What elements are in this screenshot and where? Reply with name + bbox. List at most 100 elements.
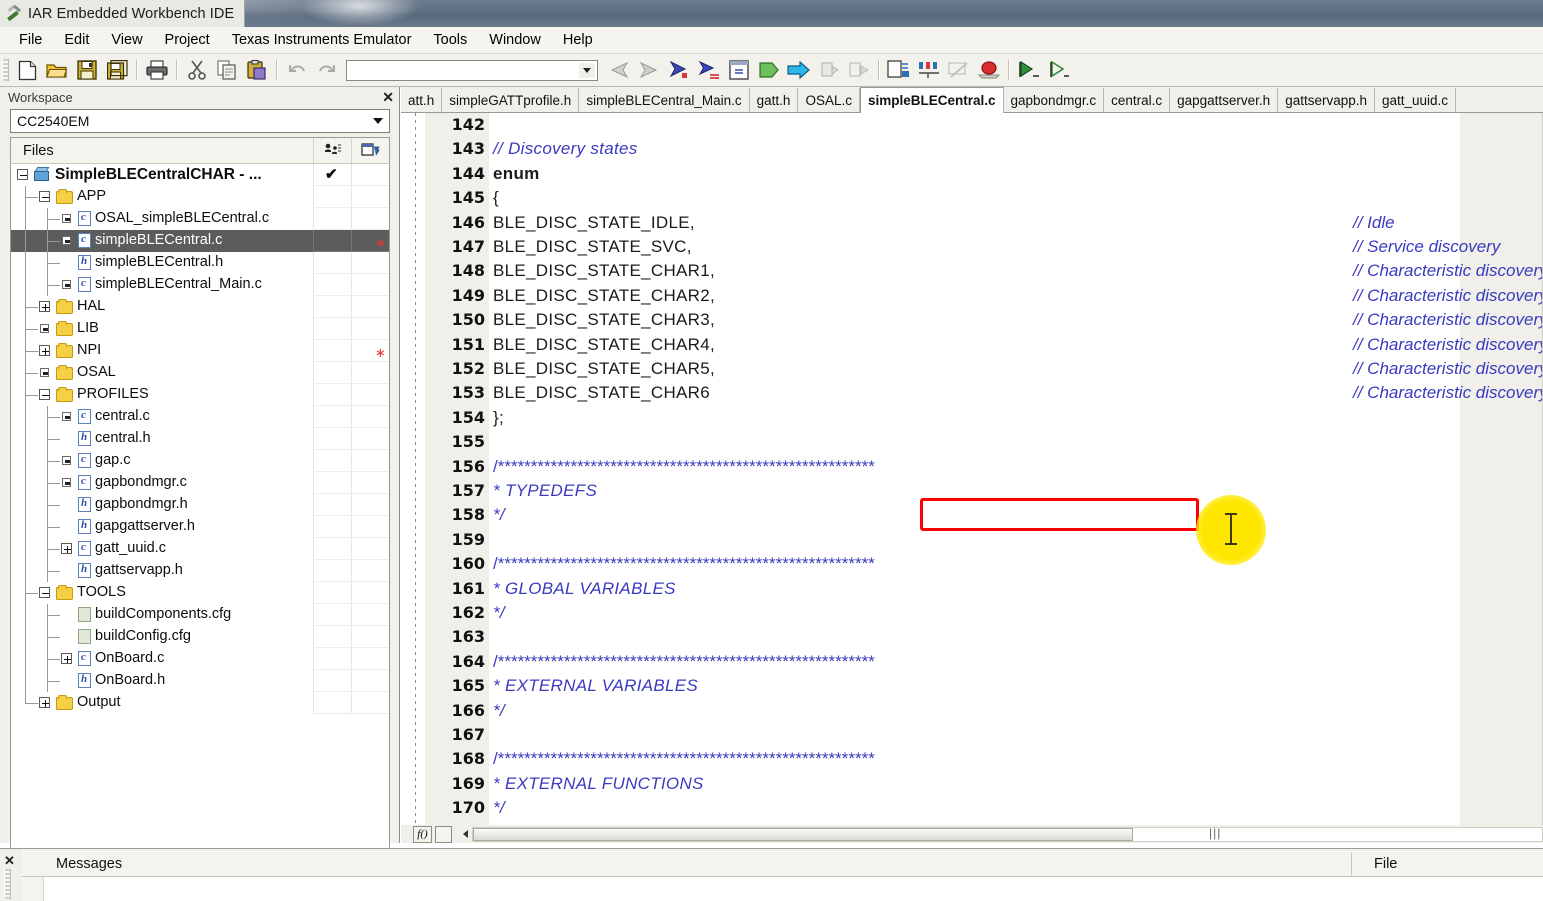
tree-item-npi[interactable]: NPI∗ xyxy=(11,340,389,362)
tree-item-hal[interactable]: HAL xyxy=(11,296,389,318)
paste-icon[interactable] xyxy=(243,57,271,83)
new-file-icon[interactable] xyxy=(13,57,41,83)
tree-item-onboard-h[interactable]: OnBoard.h xyxy=(11,670,389,692)
scrollbar-track[interactable]: ||| xyxy=(472,827,1543,842)
save-all-icon[interactable] xyxy=(103,57,131,83)
toolbar-grip[interactable] xyxy=(2,59,9,81)
code-editor[interactable]: 142143// Discovery states144enum145{146 … xyxy=(401,113,1543,825)
messages-panel-grip[interactable] xyxy=(4,869,11,899)
print-icon[interactable] xyxy=(143,57,171,83)
find-in-files-icon[interactable] xyxy=(725,57,753,83)
open-folder-icon[interactable] xyxy=(43,57,71,83)
editor-tab-gatt-uuid-c[interactable]: gatt_uuid.c xyxy=(1375,88,1456,112)
editor-tab-simpleblecentral-main-c[interactable]: simpleBLECentral_Main.c xyxy=(579,88,749,112)
find-next-icon[interactable] xyxy=(635,57,663,83)
collapse-icon[interactable] xyxy=(39,389,50,400)
tree-item-gatt-uuid-c[interactable]: gatt_uuid.c xyxy=(11,538,389,560)
expand-icon[interactable] xyxy=(40,324,49,333)
scroll-left-icon[interactable] xyxy=(458,827,472,842)
menu-file[interactable]: File xyxy=(8,29,53,51)
make-icon[interactable] xyxy=(785,57,813,83)
close-icon[interactable]: ✕ xyxy=(4,853,15,869)
editor-tab-gatt-h[interactable]: gatt.h xyxy=(750,88,799,112)
editor-tab-att-h[interactable]: att.h xyxy=(401,88,442,112)
copy-icon[interactable] xyxy=(213,57,241,83)
stop-build-icon[interactable] xyxy=(815,57,843,83)
debug-without-download-icon[interactable] xyxy=(845,57,873,83)
column-header-messages[interactable]: Messages xyxy=(22,852,1352,876)
collapse-icon[interactable] xyxy=(39,191,50,202)
tree-item-central-c[interactable]: central.c xyxy=(11,406,389,428)
find-previous-icon[interactable] xyxy=(605,57,633,83)
expand-icon[interactable] xyxy=(62,214,71,223)
tree-item-simpleblecentral-h[interactable]: simpleBLECentral.h xyxy=(11,252,389,274)
tree-item-simpleblecentralchar------[interactable]: SimpleBLECentralCHAR - ...✔ xyxy=(11,164,389,186)
tree-item-onboard-c[interactable]: OnBoard.c xyxy=(11,648,389,670)
tree-item-gap-c[interactable]: gap.c xyxy=(11,450,389,472)
menu-view[interactable]: View xyxy=(100,29,153,51)
goto-bookmark-icon[interactable] xyxy=(695,57,723,83)
editor-tab-gapbondmgr-c[interactable]: gapbondmgr.c xyxy=(1004,88,1105,112)
breakpoints-icon[interactable] xyxy=(915,57,943,83)
tree-item-buildcomponents-cfg[interactable]: buildComponents.cfg xyxy=(11,604,389,626)
tree-item-lib[interactable]: LIB xyxy=(11,318,389,340)
chevron-down-icon[interactable] xyxy=(579,63,595,78)
expand-icon[interactable] xyxy=(39,301,50,312)
editor-tab-simplegattprofile-h[interactable]: simpleGATTprofile.h xyxy=(442,88,579,112)
close-icon[interactable]: ✕ xyxy=(382,90,394,104)
tree-item-gapbondmgr-h[interactable]: gapbondmgr.h xyxy=(11,494,389,516)
expand-icon[interactable] xyxy=(40,368,49,377)
expand-icon[interactable] xyxy=(62,236,71,245)
tree-item-profiles[interactable]: PROFILES xyxy=(11,384,389,406)
menu-tools[interactable]: Tools xyxy=(422,29,478,51)
expand-icon[interactable] xyxy=(39,345,50,356)
c-stat-analyze-icon[interactable] xyxy=(885,57,913,83)
search-combo[interactable] xyxy=(346,60,598,81)
tree-item-osal[interactable]: OSAL xyxy=(11,362,389,384)
chevron-down-icon[interactable] xyxy=(369,113,386,129)
tree-item-tools[interactable]: TOOLS xyxy=(11,582,389,604)
collapse-icon[interactable] xyxy=(17,169,28,180)
menu-window[interactable]: Window xyxy=(478,29,552,51)
expand-icon[interactable] xyxy=(62,412,71,421)
expand-icon[interactable] xyxy=(39,697,50,708)
tree-item-osal-simpleblecentral-c[interactable]: OSAL_simpleBLECentral.c xyxy=(11,208,389,230)
messages-list[interactable] xyxy=(22,877,1543,901)
compile-icon[interactable] xyxy=(755,57,783,83)
redo-icon[interactable] xyxy=(313,57,341,83)
horizontal-scrollbar[interactable]: ||| xyxy=(458,827,1543,842)
clear-breakpoints-icon[interactable] xyxy=(945,57,973,83)
editor-tab-simpleblecentral-c[interactable]: simpleBLECentral.c xyxy=(860,87,1004,113)
debug-icon[interactable] xyxy=(1045,57,1073,83)
expand-icon[interactable] xyxy=(62,280,71,289)
collapse-icon[interactable] xyxy=(39,587,50,598)
menu-help[interactable]: Help xyxy=(552,29,604,51)
tree-item-simpleblecentral-c[interactable]: simpleBLECentral.c∗ xyxy=(11,230,389,252)
window-title-tab[interactable]: IAR Embedded Workbench IDE xyxy=(0,0,245,27)
cut-icon[interactable] xyxy=(183,57,211,83)
workspace-config-dropdown[interactable]: CC2540EM xyxy=(10,109,390,133)
tree-item-central-h[interactable]: central.h xyxy=(11,428,389,450)
tree-item-gattservapp-h[interactable]: gattservapp.h xyxy=(11,560,389,582)
editor-tab-gattservapp-h[interactable]: gattservapp.h xyxy=(1278,88,1375,112)
tree-item-output[interactable]: Output xyxy=(11,692,389,714)
editor-tab-gapgattserver-h[interactable]: gapgattserver.h xyxy=(1170,88,1278,112)
expand-icon[interactable] xyxy=(61,543,72,554)
expand-icon[interactable] xyxy=(61,653,72,664)
stop-debug-icon[interactable] xyxy=(975,57,1003,83)
menu-edit[interactable]: Edit xyxy=(53,29,100,51)
editor-tab-central-c[interactable]: central.c xyxy=(1104,88,1170,112)
save-icon[interactable] xyxy=(73,57,101,83)
tree-item-buildconfig-cfg[interactable]: buildConfig.cfg xyxy=(11,626,389,648)
tree-item-simpleblecentral-main-c[interactable]: simpleBLECentral_Main.c xyxy=(11,274,389,296)
options-icon[interactable] xyxy=(351,138,389,163)
expand-icon[interactable] xyxy=(62,456,71,465)
menu-project[interactable]: Project xyxy=(154,29,221,51)
menu-texas-instruments-emulator[interactable]: Texas Instruments Emulator xyxy=(221,29,423,51)
download-debug-icon[interactable] xyxy=(1015,57,1043,83)
tree-item-gapgattserver-h[interactable]: gapgattserver.h xyxy=(11,516,389,538)
split-view-icon[interactable] xyxy=(435,826,452,843)
tree-item-app[interactable]: APP xyxy=(11,186,389,208)
build-status-icon[interactable] xyxy=(313,138,351,163)
expand-icon[interactable] xyxy=(62,478,71,487)
